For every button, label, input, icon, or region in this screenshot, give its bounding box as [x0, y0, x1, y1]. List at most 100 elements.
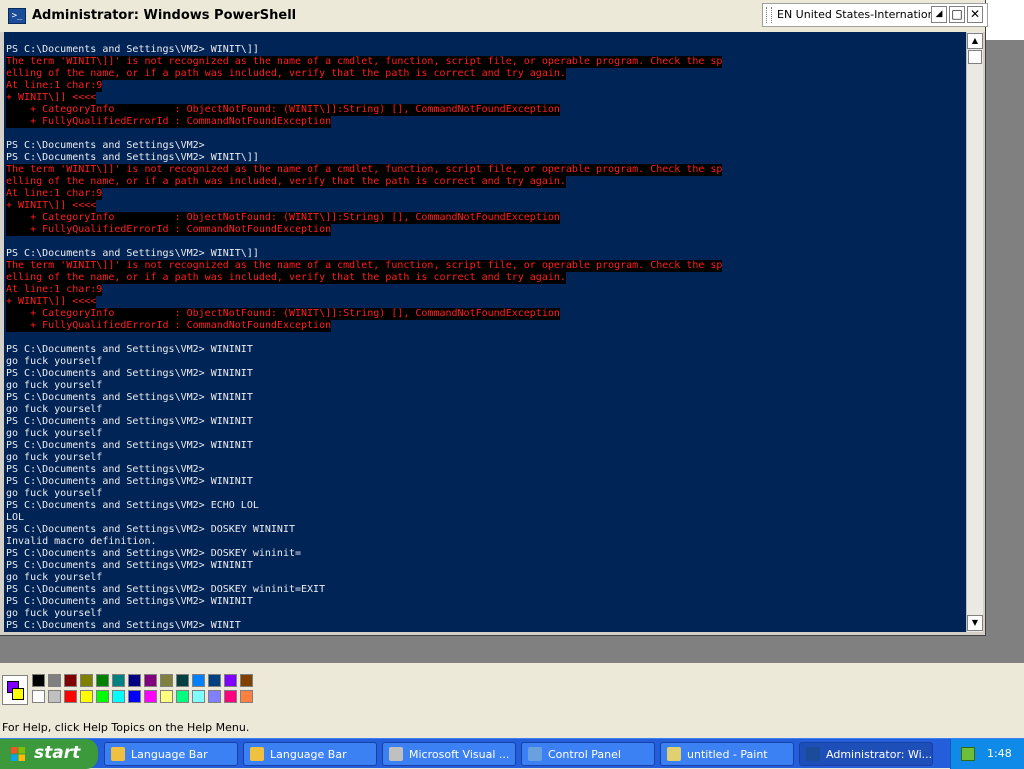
error-line: + CategoryInfo : ObjectNotFound: (WINIT\…	[6, 308, 560, 320]
color-swatch[interactable]	[192, 674, 205, 687]
console-line: go fuck yourself	[6, 572, 103, 583]
window-title: Administrator: Windows PowerShell	[32, 8, 297, 23]
color-swatch[interactable]	[208, 690, 221, 703]
console-line: PS C:\Documents and Settings\VM2> WINIT\…	[6, 248, 259, 259]
color-swatch[interactable]	[240, 690, 253, 703]
language-indicator[interactable]: EN United States-International	[777, 8, 944, 21]
status-text: For Help, click Help Topics on the Help …	[2, 721, 250, 734]
color-swatch[interactable]	[192, 690, 205, 703]
console-line: Invalid macro definition.	[6, 536, 157, 547]
color-swatch[interactable]	[240, 674, 253, 687]
scroll-thumb[interactable]	[968, 50, 982, 64]
error-line: At line:1 char:9	[6, 188, 103, 200]
color-swatch[interactable]	[64, 674, 77, 687]
system-tray: 1:48	[950, 739, 1024, 769]
language-bar-icon	[111, 747, 125, 761]
console-line: PS C:\Documents and Settings\VM2> WININI…	[6, 596, 253, 607]
console-line: PS C:\Documents and Settings\VM2> WININI…	[6, 440, 253, 451]
color-swatch[interactable]	[144, 674, 157, 687]
color-swatch[interactable]	[96, 674, 109, 687]
color-swatch[interactable]	[80, 690, 93, 703]
console-line: PS C:\Documents and Settings\VM2> WININI…	[6, 560, 253, 571]
taskbar-item[interactable]: Administrator: Wi...	[799, 742, 933, 766]
console-line: go fuck yourself	[6, 404, 103, 415]
color-swatch[interactable]	[128, 674, 141, 687]
color-swatch[interactable]	[96, 690, 109, 703]
error-line: At line:1 char:9	[6, 80, 103, 92]
visual-studio-icon	[389, 747, 403, 761]
title-bar[interactable]: >_ Administrator: Windows PowerShell EN …	[0, 0, 988, 32]
network-icon[interactable]	[961, 747, 975, 761]
maximize-button[interactable]: □	[949, 6, 965, 23]
color-swatch[interactable]	[176, 690, 189, 703]
paint-canvas[interactable]	[986, 0, 1024, 40]
color-swatch[interactable]	[112, 674, 125, 687]
console-line: PS C:\Documents and Settings\VM2> DOSKEY…	[6, 584, 326, 595]
paint-canvas-margin	[986, 0, 1024, 663]
taskbar-item[interactable]: Language Bar	[243, 742, 377, 766]
color-swatch[interactable]	[64, 690, 77, 703]
error-line: elling of the name, or if a path was inc…	[6, 176, 566, 188]
console-line: go fuck yourself	[6, 356, 103, 367]
console-line: LOL	[6, 512, 25, 523]
console-line: go fuck yourself	[6, 488, 103, 499]
color-swatch[interactable]	[224, 690, 237, 703]
error-line: The term 'WINIT\]]' is not recognized as…	[6, 164, 723, 176]
taskbar-item[interactable]: untitled - Paint	[660, 742, 794, 766]
clock[interactable]: 1:48	[987, 747, 1012, 760]
options-button[interactable]: ◢	[931, 6, 947, 23]
color-swatch[interactable]	[48, 690, 61, 703]
color-swatch[interactable]	[144, 690, 157, 703]
paint-status-bar: For Help, click Help Topics on the Help …	[0, 718, 1024, 738]
error-line: elling of the name, or if a path was inc…	[6, 272, 566, 284]
taskbar-item-label: untitled - Paint	[687, 748, 768, 761]
windows-logo-icon	[11, 747, 25, 761]
console-line: PS C:\Documents and Settings\VM2>	[6, 140, 205, 151]
paint-icon	[667, 747, 681, 761]
close-button[interactable]: ✕	[967, 6, 983, 23]
control-panel-icon	[528, 747, 542, 761]
error-line: + FullyQualifiedErrorId : CommandNotFoun…	[6, 116, 332, 128]
taskbar-item-label: Control Panel	[548, 748, 621, 761]
color-swatch[interactable]	[128, 690, 141, 703]
scroll-down-button[interactable]: ▼	[967, 615, 983, 631]
error-line: + WINIT\]] <<<<	[6, 296, 97, 308]
vertical-scrollbar[interactable]: ▲ ▼	[966, 32, 983, 632]
console-output[interactable]: PS C:\Documents and Settings\VM2> WINIT\…	[4, 32, 966, 632]
color-swatch[interactable]	[112, 690, 125, 703]
powershell-icon	[806, 747, 820, 761]
console-line: go fuck yourself	[6, 428, 103, 439]
color-swatch[interactable]	[32, 674, 45, 687]
taskbar-item-label: Language Bar	[270, 748, 347, 761]
color-swatch[interactable]	[160, 690, 173, 703]
taskbar-item-label: Administrator: Wi...	[826, 748, 933, 761]
console-line: PS C:\Documents and Settings\VM2> DOSKEY…	[6, 524, 295, 535]
color-swatch[interactable]	[208, 674, 221, 687]
console-line: PS C:\Documents and Settings\VM2>	[6, 464, 205, 475]
console-line: PS C:\Documents and Settings\VM2> DOSKEY…	[6, 548, 302, 559]
color-swatch[interactable]	[224, 674, 237, 687]
error-line: + WINIT\]] <<<<	[6, 200, 97, 212]
error-line: At line:1 char:9	[6, 284, 103, 296]
color-swatch[interactable]	[80, 674, 93, 687]
taskbar-item[interactable]: Control Panel	[521, 742, 655, 766]
start-label: start	[34, 743, 81, 763]
console-line: go fuck yourself	[6, 380, 103, 391]
error-line: The term 'WINIT\]]' is not recognized as…	[6, 56, 723, 68]
drag-handle-icon[interactable]	[766, 7, 772, 23]
color-swatch[interactable]	[176, 674, 189, 687]
console-line: PS C:\Documents and Settings\VM2> WININI…	[6, 476, 253, 487]
taskbar-item-label: Microsoft Visual ...	[409, 748, 510, 761]
powershell-icon[interactable]: >_	[8, 8, 26, 24]
taskbar-item[interactable]: Language Bar	[104, 742, 238, 766]
scroll-up-button[interactable]: ▲	[967, 33, 983, 49]
console-line: go fuck yourself	[6, 452, 103, 463]
error-line: + CategoryInfo : ObjectNotFound: (WINIT\…	[6, 212, 560, 224]
color-swatch[interactable]	[48, 674, 61, 687]
start-button[interactable]: start	[0, 739, 98, 769]
error-line: + FullyQualifiedErrorId : CommandNotFoun…	[6, 224, 332, 236]
color-swatch[interactable]	[32, 690, 45, 703]
taskbar-item[interactable]: Microsoft Visual ...	[382, 742, 516, 766]
console-line: PS C:\Documents and Settings\VM2> WININI…	[6, 392, 253, 403]
color-swatch[interactable]	[160, 674, 173, 687]
